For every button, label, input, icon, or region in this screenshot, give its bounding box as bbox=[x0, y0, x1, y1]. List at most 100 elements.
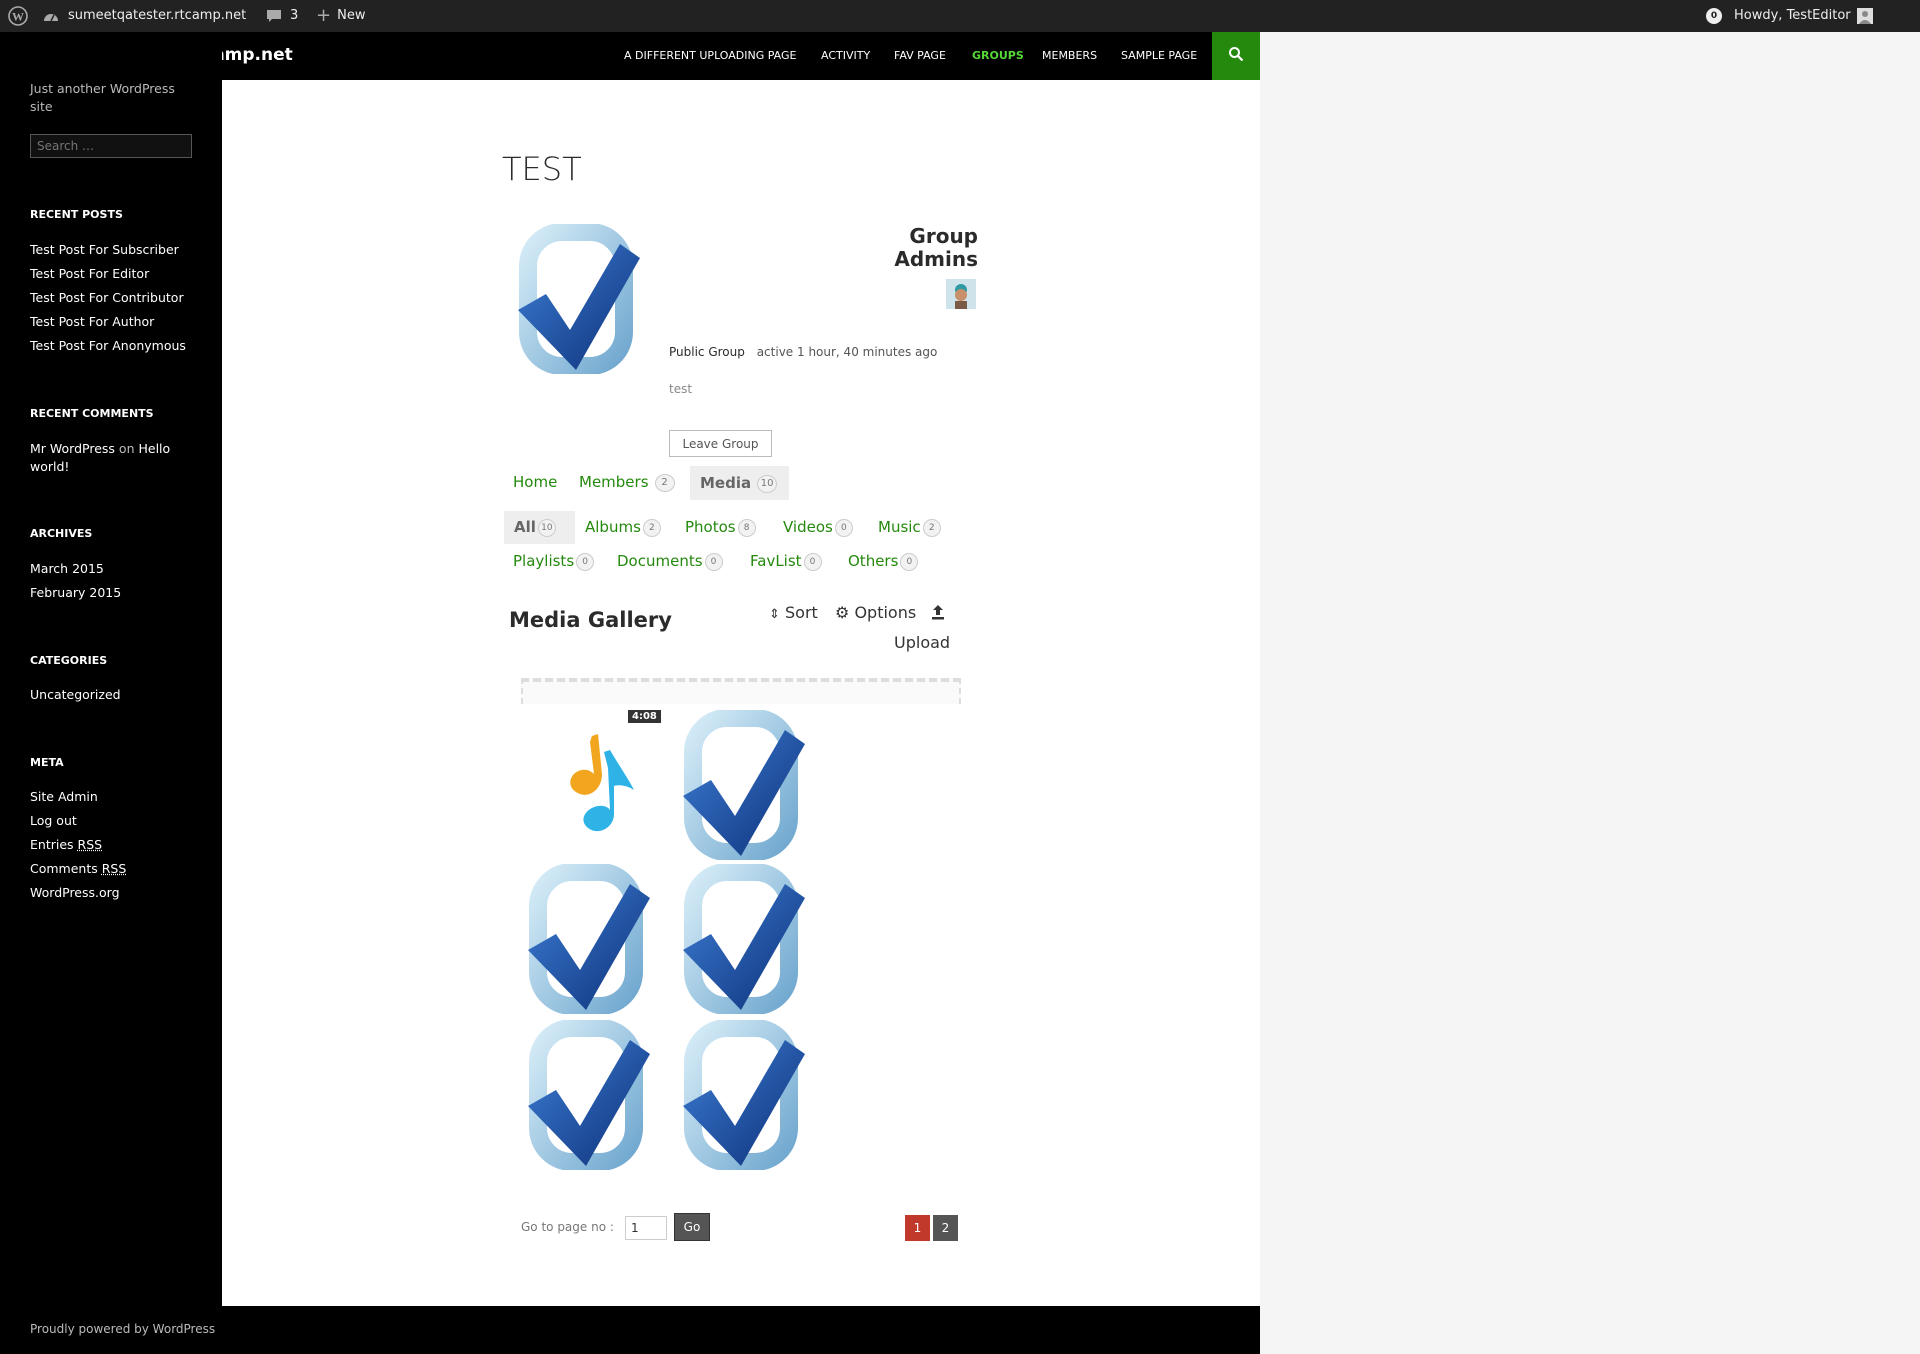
recent-post-link[interactable]: Test Post For Author bbox=[30, 314, 154, 329]
comment-icon bbox=[266, 9, 282, 23]
entries-link[interactable]: Entries bbox=[30, 837, 74, 852]
page-2-button[interactable]: 2 bbox=[933, 1215, 958, 1241]
filter-favlist[interactable]: FavList 0 bbox=[750, 552, 822, 571]
group-type: Public Group bbox=[669, 345, 745, 359]
admin-comments-link[interactable]: 3 bbox=[266, 0, 298, 32]
media-item-photo[interactable] bbox=[677, 709, 807, 861]
new-label: New bbox=[337, 8, 366, 23]
wordpress-logo-icon[interactable]: W bbox=[8, 0, 28, 32]
filter-all[interactable]: All 10 bbox=[504, 511, 575, 544]
admin-avatar[interactable] bbox=[946, 279, 976, 309]
comment-author-link[interactable]: Mr WordPress bbox=[30, 441, 115, 456]
notifications-count: 0 bbox=[1706, 8, 1722, 24]
tab-home-label: Home bbox=[513, 473, 558, 491]
archive-link[interactable]: March 2015 bbox=[30, 561, 104, 576]
gear-icon: ⚙ bbox=[835, 603, 850, 622]
filter-photos[interactable]: Photos 8 bbox=[685, 518, 756, 537]
checkmark-icon bbox=[528, 1019, 650, 1171]
media-item-photo[interactable] bbox=[677, 863, 807, 1015]
gallery-heading: Media Gallery bbox=[509, 608, 672, 632]
goto-page-label: Go to page no : bbox=[521, 1220, 614, 1234]
filter-all-label: All bbox=[514, 518, 536, 536]
comments-rss[interactable]: Comments RSS bbox=[30, 861, 126, 876]
filter-playlists[interactable]: Playlists 0 bbox=[513, 552, 595, 571]
checkmark-icon bbox=[528, 863, 650, 1015]
comments-feed-link[interactable]: Comments bbox=[30, 861, 98, 876]
group-avatar[interactable] bbox=[512, 223, 642, 375]
group-activity: active 1 hour, 40 minutes ago bbox=[756, 345, 938, 359]
entries-rss[interactable]: Entries RSS bbox=[30, 837, 102, 852]
filter-playlists-count: 0 bbox=[576, 552, 595, 571]
nav-item-members[interactable]: MEMBERS bbox=[1042, 49, 1097, 62]
sort-button[interactable]: ⇕ Sort bbox=[769, 603, 818, 622]
tab-home[interactable]: Home bbox=[513, 473, 557, 491]
notifications-button[interactable]: 0 bbox=[1706, 0, 1722, 32]
search-icon bbox=[1228, 46, 1244, 66]
tab-media[interactable]: Media 10 bbox=[690, 466, 789, 500]
filter-videos-label: Videos bbox=[783, 518, 833, 536]
filter-videos-count: 0 bbox=[834, 518, 853, 537]
filter-others-label: Others bbox=[848, 552, 899, 570]
upload-drop-zone[interactable] bbox=[521, 678, 961, 704]
group-admins-heading: Group Admins bbox=[894, 224, 978, 271]
comment-on-text: on bbox=[118, 441, 135, 456]
filter-videos[interactable]: Videos 0 bbox=[783, 518, 853, 537]
site-footer: Proudly powered by WordPress bbox=[0, 1306, 1260, 1354]
go-button[interactable]: Go bbox=[674, 1213, 710, 1241]
archive-link[interactable]: February 2015 bbox=[30, 585, 121, 600]
tab-media-label: Media bbox=[700, 474, 752, 492]
media-item-photo[interactable] bbox=[522, 863, 652, 1015]
footer-credit[interactable]: Proudly powered by WordPress bbox=[30, 1322, 215, 1336]
filter-music[interactable]: Music 2 bbox=[878, 518, 941, 537]
filter-all-count: 10 bbox=[537, 518, 556, 537]
options-button[interactable]: ⚙ Options bbox=[835, 603, 916, 622]
category-link[interactable]: Uncategorized bbox=[30, 687, 121, 702]
filter-albums-label: Albums bbox=[585, 518, 641, 536]
plus-icon: + bbox=[316, 5, 332, 26]
admin-new-link[interactable]: + New bbox=[316, 0, 365, 32]
site-admin-link[interactable]: Site Admin bbox=[30, 789, 98, 804]
filter-albums[interactable]: Albums 2 bbox=[585, 518, 661, 537]
goto-page-input[interactable] bbox=[625, 1216, 667, 1240]
rss-abbr: RSS bbox=[101, 861, 127, 876]
recent-post-link[interactable]: Test Post For Editor bbox=[30, 266, 149, 281]
filter-others-count: 0 bbox=[900, 552, 919, 571]
filter-documents[interactable]: Documents 0 bbox=[617, 552, 723, 571]
recent-post-link[interactable]: Test Post For Subscriber bbox=[30, 242, 179, 257]
search-toggle-button[interactable] bbox=[1212, 32, 1260, 80]
tab-members-label: Members bbox=[579, 473, 649, 491]
howdy-text: Howdy, TestEditor bbox=[1734, 8, 1851, 23]
filter-favlist-label: FavList bbox=[750, 552, 802, 570]
nav-item-sample-page[interactable]: SAMPLE PAGE bbox=[1121, 49, 1197, 62]
recent-post-link[interactable]: Test Post For Contributor bbox=[30, 290, 184, 305]
admin-site-name: sumeetqatester.rtcamp.net bbox=[68, 8, 247, 23]
filter-others[interactable]: Others 0 bbox=[848, 552, 919, 571]
account-menu[interactable]: Howdy, TestEditor bbox=[1734, 0, 1873, 32]
page-1-button[interactable]: 1 bbox=[905, 1215, 930, 1241]
filter-music-label: Music bbox=[878, 518, 921, 536]
wordpress-org-link[interactable]: WordPress.org bbox=[30, 885, 120, 900]
page-title: TEST bbox=[502, 150, 582, 188]
sidebar-search-input[interactable] bbox=[30, 134, 192, 158]
nav-item-activity[interactable]: ACTIVITY bbox=[821, 49, 870, 62]
media-duration: 4:08 bbox=[628, 710, 661, 723]
media-item-photo[interactable] bbox=[522, 1019, 652, 1171]
admin-site-link[interactable]: sumeetqatester.rtcamp.net bbox=[42, 0, 246, 32]
media-item-photo[interactable] bbox=[677, 1019, 807, 1171]
leave-group-button[interactable]: Leave Group bbox=[669, 430, 772, 457]
media-item-music[interactable]: 4:08 bbox=[522, 710, 661, 860]
dashboard-icon bbox=[42, 9, 60, 23]
rss-abbr: RSS bbox=[77, 837, 103, 852]
log-out-link[interactable]: Log out bbox=[30, 813, 77, 828]
recent-post-link[interactable]: Test Post For Anonymous bbox=[30, 338, 186, 353]
upload-icon[interactable] bbox=[930, 604, 946, 624]
nav-item-different-uploading-page[interactable]: A DIFFERENT UPLOADING PAGE bbox=[624, 49, 797, 62]
svg-text:W: W bbox=[12, 10, 24, 24]
filter-music-count: 2 bbox=[922, 518, 941, 537]
nav-item-fav-page[interactable]: FAV PAGE bbox=[894, 49, 946, 62]
checkmark-icon bbox=[518, 223, 640, 375]
tab-members-count: 2 bbox=[654, 473, 675, 492]
upload-button[interactable]: Upload bbox=[894, 633, 950, 652]
nav-item-groups[interactable]: GROUPS bbox=[972, 49, 1024, 62]
tab-members[interactable]: Members 2 bbox=[579, 473, 675, 492]
